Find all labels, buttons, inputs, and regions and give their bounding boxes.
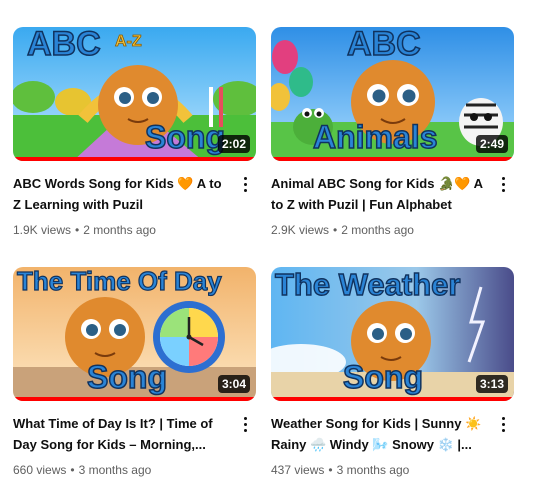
separator-dot: •: [75, 223, 80, 237]
duration-badge: 3:04: [217, 375, 250, 393]
watch-progress-bar: [13, 157, 256, 161]
video-stats: 2.9K views • 2 months ago: [271, 222, 488, 238]
thumb-text-bottom: Song: [144, 118, 225, 156]
more-options-icon[interactable]: [494, 413, 512, 435]
watch-progress-bar: [271, 397, 514, 401]
more-options-icon[interactable]: [236, 413, 254, 435]
video-thumbnail[interactable]: ABC Animals 2:49: [271, 27, 514, 161]
thumb-text-top: The Time Of Day: [16, 267, 222, 297]
thumb-text-top: ABC: [26, 27, 101, 64]
more-options-icon[interactable]: [494, 173, 512, 195]
video-thumbnail[interactable]: The Time Of Day Song 3:04: [13, 267, 256, 401]
watch-progress-fill: [271, 397, 514, 401]
duration-badge: 3:13: [475, 375, 508, 393]
video-title[interactable]: Weather Song for Kids | Sunny ☀️ Rainy 🌧…: [271, 413, 488, 455]
thumb-text-small: A-Z: [115, 33, 142, 51]
watch-progress-fill: [271, 157, 514, 161]
video-card[interactable]: The Time Of Day Song 3:04 What Time of D…: [13, 267, 256, 478]
video-thumbnail[interactable]: ABC A-Z Song 2:02: [13, 27, 256, 161]
video-title[interactable]: Animal ABC Song for Kids 🐊🧡 A to Z with …: [271, 173, 488, 215]
thumb-text-bottom: Song: [86, 358, 167, 396]
view-count: 2.9K views: [271, 223, 330, 237]
watch-progress-bar: [271, 157, 514, 161]
thumb-text-bottom: Animals: [312, 118, 438, 156]
video-card[interactable]: The Weather Song 3:13 Weather Song for K…: [271, 267, 514, 478]
upload-age: 3 months ago: [336, 463, 410, 477]
view-count: 437 views: [271, 463, 325, 477]
video-title[interactable]: What Time of Day Is It? | Time of Day So…: [13, 413, 230, 455]
view-count: 660 views: [13, 463, 67, 477]
thumb-text-bottom: Song: [342, 358, 423, 396]
video-stats: 437 views • 3 months ago: [271, 462, 488, 478]
separator-dot: •: [328, 463, 333, 477]
video-stats: 1.9K views • 2 months ago: [13, 222, 230, 238]
video-stats: 660 views • 3 months ago: [13, 462, 230, 478]
video-title[interactable]: ABC Words Song for Kids 🧡 A to Z Learnin…: [13, 173, 230, 215]
separator-dot: •: [70, 463, 75, 477]
thumb-text-top: ABC: [346, 27, 421, 64]
watch-progress-fill: [13, 157, 256, 161]
video-grid: ABC A-Z Song 2:02 ABC Words Song for Kid…: [0, 0, 535, 503]
thumb-text-top: The Weather: [274, 267, 461, 303]
upload-age: 3 months ago: [78, 463, 152, 477]
upload-age: 2 months ago: [83, 223, 156, 237]
duration-badge: 2:02: [217, 135, 250, 153]
view-count: 1.9K views: [13, 223, 72, 237]
duration-badge: 2:49: [475, 135, 508, 153]
watch-progress-bar: [13, 397, 256, 401]
watch-progress-fill: [13, 397, 256, 401]
video-card[interactable]: ABC A-Z Song 2:02 ABC Words Song for Kid…: [13, 27, 256, 238]
video-card[interactable]: ABC Animals 2:49 Animal ABC Song for Kid…: [271, 27, 514, 238]
video-thumbnail[interactable]: The Weather Song 3:13: [271, 267, 514, 401]
more-options-icon[interactable]: [236, 173, 254, 195]
separator-dot: •: [333, 223, 338, 237]
upload-age: 2 months ago: [341, 223, 414, 237]
